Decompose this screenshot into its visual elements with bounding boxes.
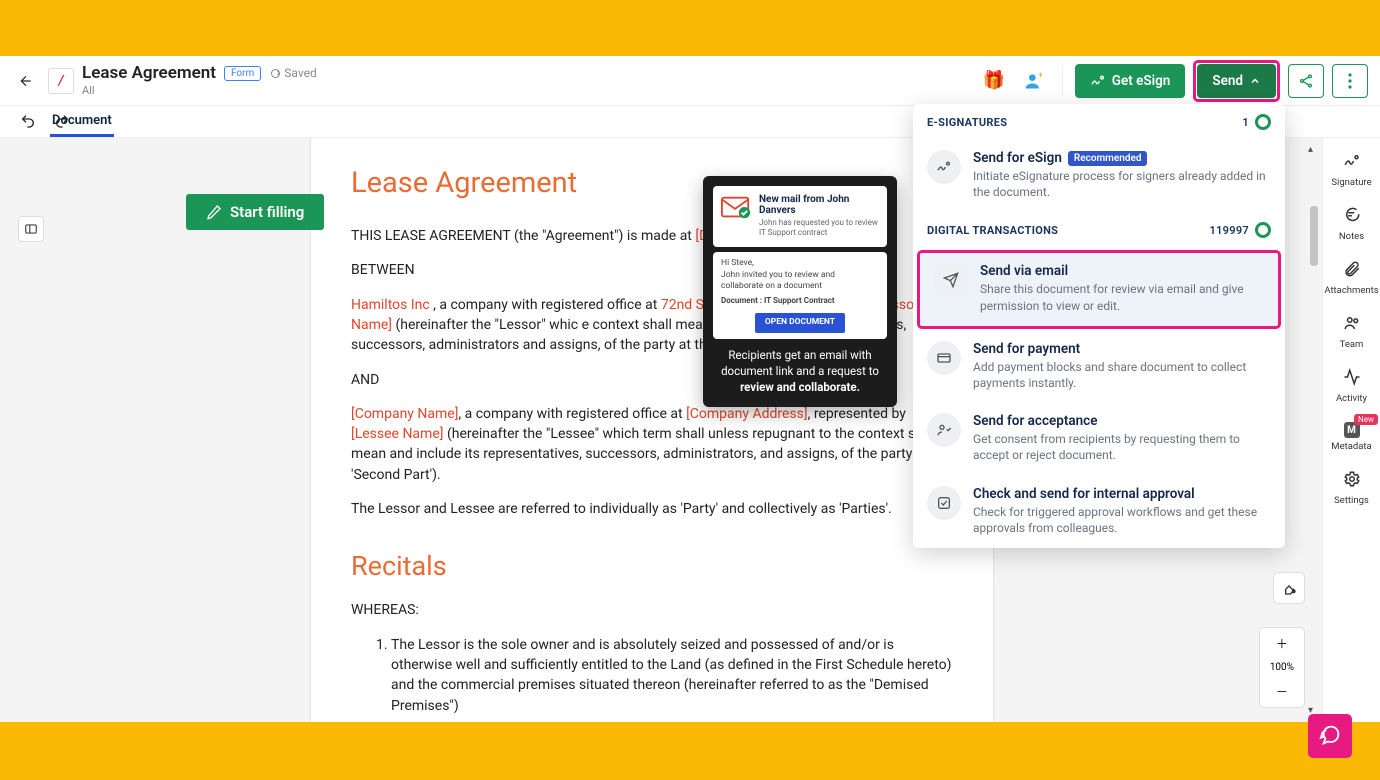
email-preview-body: Hi Steve, John invited you to review and… [713, 252, 887, 338]
radio-on-icon [1255, 114, 1271, 130]
dropdown-section-header: DIGITAL TRANSACTIONS 119997 [913, 212, 1285, 248]
paperclip-icon [1343, 260, 1361, 282]
doc-paragraph: WHEREAS: [351, 600, 953, 620]
scrollbar[interactable] [1310, 148, 1318, 712]
envelope-icon [721, 194, 751, 220]
redo-button[interactable] [54, 113, 70, 133]
panel-toggle-button[interactable] [18, 216, 44, 242]
zoom-in-button[interactable]: ＋ [1269, 631, 1295, 656]
open-document-mini-button: OPEN DOCUMENT [755, 313, 845, 332]
doc-paragraph: [Company Name], a company with registere… [351, 404, 953, 485]
send-for-esign-option[interactable]: Send for eSignRecommended Initiate eSign… [913, 140, 1285, 212]
rail-activity[interactable]: Activity [1323, 362, 1380, 410]
send-via-email-option[interactable]: Send via email Share this document for r… [917, 250, 1281, 328]
recommended-badge: Recommended [1068, 151, 1148, 166]
get-esign-button[interactable]: Get eSign [1075, 64, 1186, 98]
email-preview-tooltip: New mail from John Danvers John has requ… [703, 176, 897, 407]
acceptance-icon [927, 413, 961, 447]
rail-attachments[interactable]: Attachments [1323, 254, 1380, 302]
more-button[interactable] [1332, 64, 1368, 98]
send-for-acceptance-option[interactable]: Send for acceptance Get consent from rec… [913, 403, 1285, 475]
share-button[interactable] [1288, 64, 1324, 98]
fill-color-button[interactable] [1273, 572, 1305, 604]
notes-icon [1343, 206, 1361, 228]
dropdown-section-header: E-SIGNATURES 1 [913, 104, 1285, 140]
doc-paragraph: The Lessor and Lessee are referred to in… [351, 499, 953, 519]
team-icon [1343, 314, 1361, 336]
doc-list-item: The Lessor is the sole owner and is abso… [391, 635, 953, 716]
send-button[interactable]: Send [1197, 64, 1276, 98]
gear-icon [1343, 470, 1361, 492]
activity-icon [1343, 368, 1361, 390]
breadcrumb[interactable]: All [82, 85, 317, 97]
chat-fab[interactable] [1308, 714, 1352, 758]
paper-plane-icon [934, 263, 968, 297]
new-badge: New [1354, 414, 1378, 425]
rail-team[interactable]: Team [1323, 308, 1380, 356]
internal-approval-option[interactable]: Check and send for internal approval Che… [913, 476, 1285, 548]
zoom-out-button[interactable]: － [1269, 679, 1295, 704]
app-logo: / [48, 68, 74, 94]
tooltip-description: Recipients get an email with document li… [713, 347, 887, 395]
email-preview-header: New mail from John Danvers John has requ… [713, 186, 887, 247]
svg-text:+: + [1038, 71, 1043, 81]
send-dropdown: E-SIGNATURES 1 Send for eSignRecommended… [913, 104, 1285, 548]
approval-icon [927, 486, 961, 520]
gift-icon[interactable]: 🎁 [978, 65, 1010, 97]
rail-settings[interactable]: Settings [1323, 464, 1380, 512]
zoom-level[interactable]: 100% [1263, 658, 1301, 677]
radio-on-icon [1255, 222, 1271, 238]
right-rail: Signature Notes Attachments Team Activit… [1322, 138, 1380, 722]
form-badge: Form [224, 66, 261, 81]
saved-status: Saved [269, 67, 316, 80]
rail-notes[interactable]: Notes [1323, 200, 1380, 248]
zoom-controls: ＋ 100% － [1259, 627, 1305, 708]
signature-icon [1343, 152, 1361, 174]
undo-button[interactable] [20, 113, 36, 133]
doc-ordered-list: The Lessor is the sole owner and is abso… [351, 635, 953, 716]
rail-signature[interactable]: Signature [1323, 146, 1380, 194]
header: / Lease Agreement Form Saved All 🎁 + Get… [0, 56, 1380, 106]
rail-metadata[interactable]: New M Metadata [1323, 416, 1380, 458]
back-button[interactable] [12, 67, 40, 95]
esign-icon [927, 150, 961, 184]
payment-icon [927, 341, 961, 375]
document-title: Lease Agreement [82, 64, 216, 83]
send-button-highlight: Send [1193, 60, 1280, 102]
add-user-icon[interactable]: + [1018, 65, 1050, 97]
send-for-payment-option[interactable]: Send for payment Add payment blocks and … [913, 331, 1285, 403]
doc-heading-2: Recitals [351, 547, 953, 586]
start-filling-button[interactable]: Start filling [186, 194, 324, 230]
